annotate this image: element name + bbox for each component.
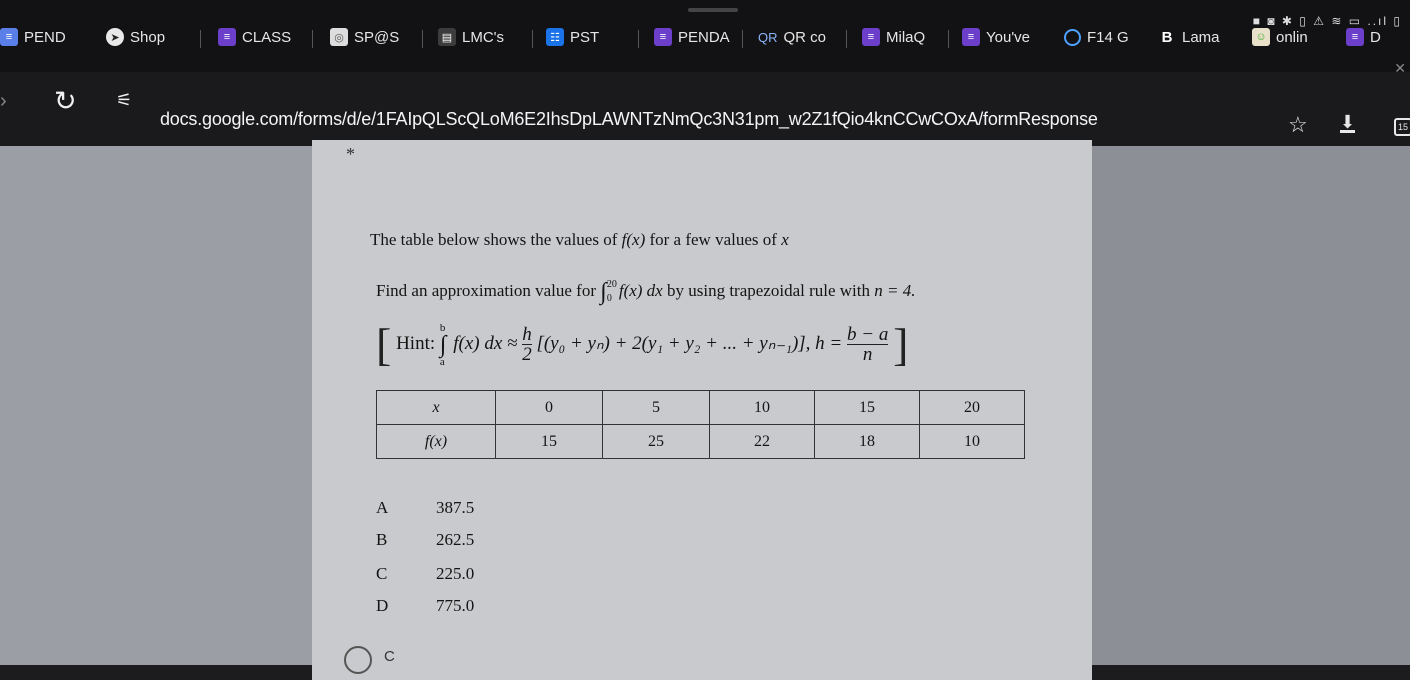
tab-label: onlin <box>1276 28 1308 46</box>
thumbnail-icon: ▤ <box>438 28 456 46</box>
table-cell: 5 <box>602 390 710 425</box>
option-b: B 262.5 <box>376 530 475 549</box>
tab-youve[interactable]: ≡ You've <box>962 26 1050 48</box>
b-minus-a-over-n: b − an <box>847 324 889 365</box>
download-icon[interactable]: ⬇ <box>1340 113 1356 133</box>
tab-label: Shop <box>130 28 166 46</box>
tab-online[interactable]: ☺ onlin <box>1252 26 1316 48</box>
table-cell: 18 <box>814 424 920 459</box>
question-intro: The table below shows the values of f(x)… <box>370 230 789 249</box>
tab-label: MilaQ <box>886 28 926 46</box>
hint-limits: b ∫ a <box>439 321 447 368</box>
tab-divider <box>948 30 949 48</box>
integral-limits: 20 0 <box>606 279 617 304</box>
tab-qr[interactable]: QR QR co <box>758 26 844 48</box>
option-a: A 387.5 <box>376 498 475 517</box>
drag-handle[interactable] <box>688 8 738 12</box>
ring-icon <box>1064 28 1081 46</box>
tab-divider <box>200 30 201 48</box>
question-task: Find an approximation value for ∫ 20 0 f(x)… <box>376 278 916 305</box>
navigation-bar: › ↻ ⚟ docs.google.com/forms/d/e/1FAIpQLS… <box>0 72 1410 146</box>
table-header-x: x <box>376 390 496 425</box>
option-c: C 225.0 <box>376 564 475 583</box>
site-info-icon[interactable]: ⚟ <box>116 90 132 111</box>
answer-choice-label[interactable]: C <box>384 648 395 665</box>
tab-divider <box>312 30 313 48</box>
tab-pst[interactable]: ☷ PST <box>546 26 636 48</box>
tab-label: F14 G <box>1087 28 1129 46</box>
tab-label: PENDA <box>678 28 730 46</box>
form-icon: ≡ <box>218 28 236 46</box>
tab-label: Lama <box>1182 28 1220 46</box>
form-icon: ≡ <box>1346 28 1364 46</box>
form-icon: ≡ <box>962 28 980 46</box>
values-table: x 0 5 10 15 20 f(x) 15 25 22 18 10 <box>376 390 1025 459</box>
list-icon: ≡ <box>0 28 18 46</box>
tab-penda[interactable]: ≡ PENDA <box>654 26 740 48</box>
hint-formula: [ Hint: b ∫ a f(x) dx ≈ h2 [(y₀ + yₙ) + 2(… <box>376 319 909 370</box>
table-cell: 0 <box>495 390 603 425</box>
form-icon: ≡ <box>862 28 880 46</box>
app-icon: ◎ <box>330 28 348 46</box>
tab-label: You've <box>986 28 1031 46</box>
tab-class[interactable]: ≡ CLASS <box>218 26 310 48</box>
tab-label: QR co <box>783 28 827 46</box>
reload-icon[interactable]: ↻ <box>54 86 77 117</box>
tab-count-badge[interactable]: 15 <box>1394 118 1410 136</box>
tab-milaq[interactable]: ≡ MilaQ <box>862 26 946 48</box>
table-row: f(x) 15 25 22 18 10 <box>376 424 1025 459</box>
tab-lama[interactable]: B Lama <box>1158 26 1222 48</box>
table-cell: 10 <box>919 424 1025 459</box>
integral-sign: ∫ <box>600 278 607 305</box>
tab-divider <box>846 30 847 48</box>
url-bar[interactable]: docs.google.com/forms/d/e/1FAIpQLScQLoM6… <box>160 109 1098 130</box>
tab-label: D <box>1370 28 1381 46</box>
bookmark-star-icon[interactable]: ☆ <box>1288 112 1308 138</box>
tab-pend[interactable]: ≡ PEND <box>0 26 88 48</box>
tab-label: CLASS <box>242 28 292 46</box>
browser-tab-strip: ■ ◙ ✱ ▯ ⚠ ≋ ▭ ..ıl ▯ ≡ PEND ➤ Shop ≡ CLA… <box>0 0 1410 76</box>
table-cell: 20 <box>919 390 1025 425</box>
tab-label: LMC's <box>462 28 505 46</box>
doc-icon: ☷ <box>546 28 564 46</box>
table-header-fx: f(x) <box>376 424 496 459</box>
tab-sps[interactable]: ◎ SP@S <box>330 26 420 48</box>
h-over-2: h2 <box>522 324 532 365</box>
required-marker: * <box>346 144 355 164</box>
option-d: D 775.0 <box>376 596 475 615</box>
tab-label: SP@S <box>354 28 400 46</box>
tab-divider <box>742 30 743 48</box>
tab-lmcs[interactable]: ▤ LMC's <box>438 26 530 48</box>
back-arrow-icon[interactable]: › <box>0 90 7 113</box>
tab-d[interactable]: ≡ D <box>1346 26 1392 48</box>
qr-icon: QR <box>758 29 778 45</box>
table-cell: 22 <box>709 424 815 459</box>
form-icon: ≡ <box>654 28 672 46</box>
tab-label: PEND <box>24 28 66 46</box>
table-cell: 10 <box>709 390 815 425</box>
tab-f14[interactable]: F14 G <box>1064 26 1144 48</box>
tab-divider <box>638 30 639 48</box>
bold-b-icon: B <box>1161 28 1173 46</box>
answer-radio-button[interactable] <box>344 646 372 674</box>
tab-divider <box>532 30 533 48</box>
question-card: * The table below shows the values of f(… <box>312 140 1092 680</box>
table-cell: 15 <box>814 390 920 425</box>
table-cell: 15 <box>495 424 603 459</box>
tab-label: PST <box>570 28 600 46</box>
face-icon: ☺ <box>1252 28 1270 46</box>
table-row: x 0 5 10 15 20 <box>376 390 1025 425</box>
page-side-shadow <box>1092 146 1410 665</box>
tab-shop[interactable]: ➤ Shop <box>106 26 198 48</box>
tab-divider <box>422 30 423 48</box>
table-cell: 25 <box>602 424 710 459</box>
globe-icon: ➤ <box>106 28 124 46</box>
